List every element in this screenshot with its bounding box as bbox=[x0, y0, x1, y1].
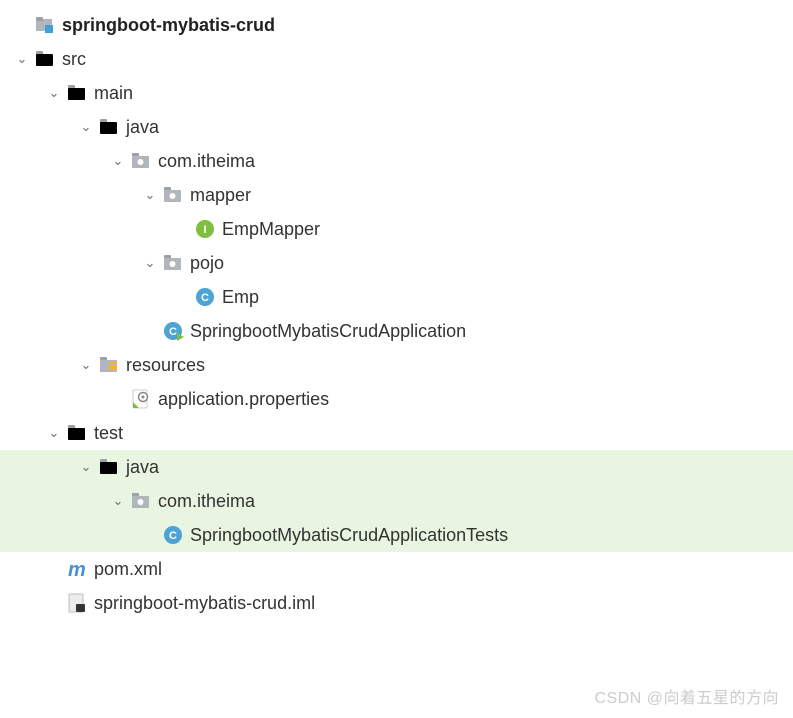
interface-icon bbox=[194, 218, 216, 240]
tree-label: src bbox=[62, 49, 86, 70]
tree-item-app-class[interactable]: ⌄ SpringbootMybatisCrudApplication bbox=[0, 314, 793, 348]
tree-label: com.itheima bbox=[158, 151, 255, 172]
package-icon bbox=[162, 252, 184, 274]
tree-item-pkg-test[interactable]: ⌄ com.itheima bbox=[0, 484, 793, 518]
chevron-down-icon[interactable]: ⌄ bbox=[12, 49, 32, 69]
class-icon bbox=[194, 286, 216, 308]
folder-icon bbox=[34, 48, 56, 70]
tree-label: pom.xml bbox=[94, 559, 162, 580]
tree-item-java-main[interactable]: ⌄ java bbox=[0, 110, 793, 144]
tree-label: com.itheima bbox=[158, 491, 255, 512]
module-icon bbox=[34, 14, 56, 36]
tree-item-pojo[interactable]: ⌄ pojo bbox=[0, 246, 793, 280]
chevron-down-icon[interactable]: ⌄ bbox=[140, 185, 160, 205]
tree-item-test[interactable]: ⌄ test bbox=[0, 416, 793, 450]
tree-label: main bbox=[94, 83, 133, 104]
maven-icon bbox=[66, 558, 88, 580]
tree-item-test-class[interactable]: ⌄ SpringbootMybatisCrudApplicationTests bbox=[0, 518, 793, 552]
chevron-down-icon[interactable]: ⌄ bbox=[108, 491, 128, 511]
resources-folder-icon bbox=[98, 354, 120, 376]
tree-label: EmpMapper bbox=[222, 219, 320, 240]
tree-item-empmapper[interactable]: ⌄ EmpMapper bbox=[0, 212, 793, 246]
class-icon bbox=[162, 524, 184, 546]
package-icon bbox=[130, 150, 152, 172]
tree-item-iml[interactable]: ⌄ springboot-mybatis-crud.iml bbox=[0, 586, 793, 620]
watermark: CSDN @向着五星的方向 bbox=[594, 684, 779, 708]
chevron-down-icon[interactable]: ⌄ bbox=[108, 151, 128, 171]
tree-item-resources[interactable]: ⌄ resources bbox=[0, 348, 793, 382]
iml-file-icon bbox=[66, 592, 88, 614]
package-icon bbox=[130, 490, 152, 512]
chevron-down-icon[interactable]: ⌄ bbox=[44, 83, 64, 103]
package-icon bbox=[162, 184, 184, 206]
tree-label: Emp bbox=[222, 287, 259, 308]
chevron-down-icon[interactable]: ⌄ bbox=[76, 355, 96, 375]
tree-item-pom[interactable]: ⌄ pom.xml bbox=[0, 552, 793, 586]
project-tree: ⌄ springboot-mybatis-crud ⌄ src ⌄ main ⌄… bbox=[0, 8, 793, 620]
test-folder-icon bbox=[98, 456, 120, 478]
tree-item-app-props[interactable]: ⌄ application.properties bbox=[0, 382, 793, 416]
tree-item-java-test[interactable]: ⌄ java bbox=[0, 450, 793, 484]
tree-label: SpringbootMybatisCrudApplication bbox=[190, 321, 466, 342]
tree-item-pkg-main[interactable]: ⌄ com.itheima bbox=[0, 144, 793, 178]
tree-label: application.properties bbox=[158, 389, 329, 410]
project-root[interactable]: ⌄ springboot-mybatis-crud bbox=[0, 8, 793, 42]
properties-file-icon bbox=[130, 388, 152, 410]
chevron-down-icon[interactable]: ⌄ bbox=[76, 117, 96, 137]
tree-item-mapper[interactable]: ⌄ mapper bbox=[0, 178, 793, 212]
folder-icon bbox=[66, 422, 88, 444]
tree-label: springboot-mybatis-crud.iml bbox=[94, 593, 315, 614]
tree-label: resources bbox=[126, 355, 205, 376]
project-name: springboot-mybatis-crud bbox=[62, 15, 275, 36]
folder-icon bbox=[66, 82, 88, 104]
chevron-down-icon[interactable]: ⌄ bbox=[140, 253, 160, 273]
chevron-down-icon[interactable]: ⌄ bbox=[76, 457, 96, 477]
tree-item-main[interactable]: ⌄ main bbox=[0, 76, 793, 110]
tree-label: SpringbootMybatisCrudApplicationTests bbox=[190, 525, 508, 546]
tree-label: java bbox=[126, 457, 159, 478]
tree-label: java bbox=[126, 117, 159, 138]
source-folder-icon bbox=[98, 116, 120, 138]
tree-label: test bbox=[94, 423, 123, 444]
tree-label: mapper bbox=[190, 185, 251, 206]
runnable-class-icon bbox=[162, 320, 184, 342]
tree-item-src[interactable]: ⌄ src bbox=[0, 42, 793, 76]
tree-item-emp[interactable]: ⌄ Emp bbox=[0, 280, 793, 314]
chevron-down-icon[interactable]: ⌄ bbox=[44, 423, 64, 443]
tree-label: pojo bbox=[190, 253, 224, 274]
